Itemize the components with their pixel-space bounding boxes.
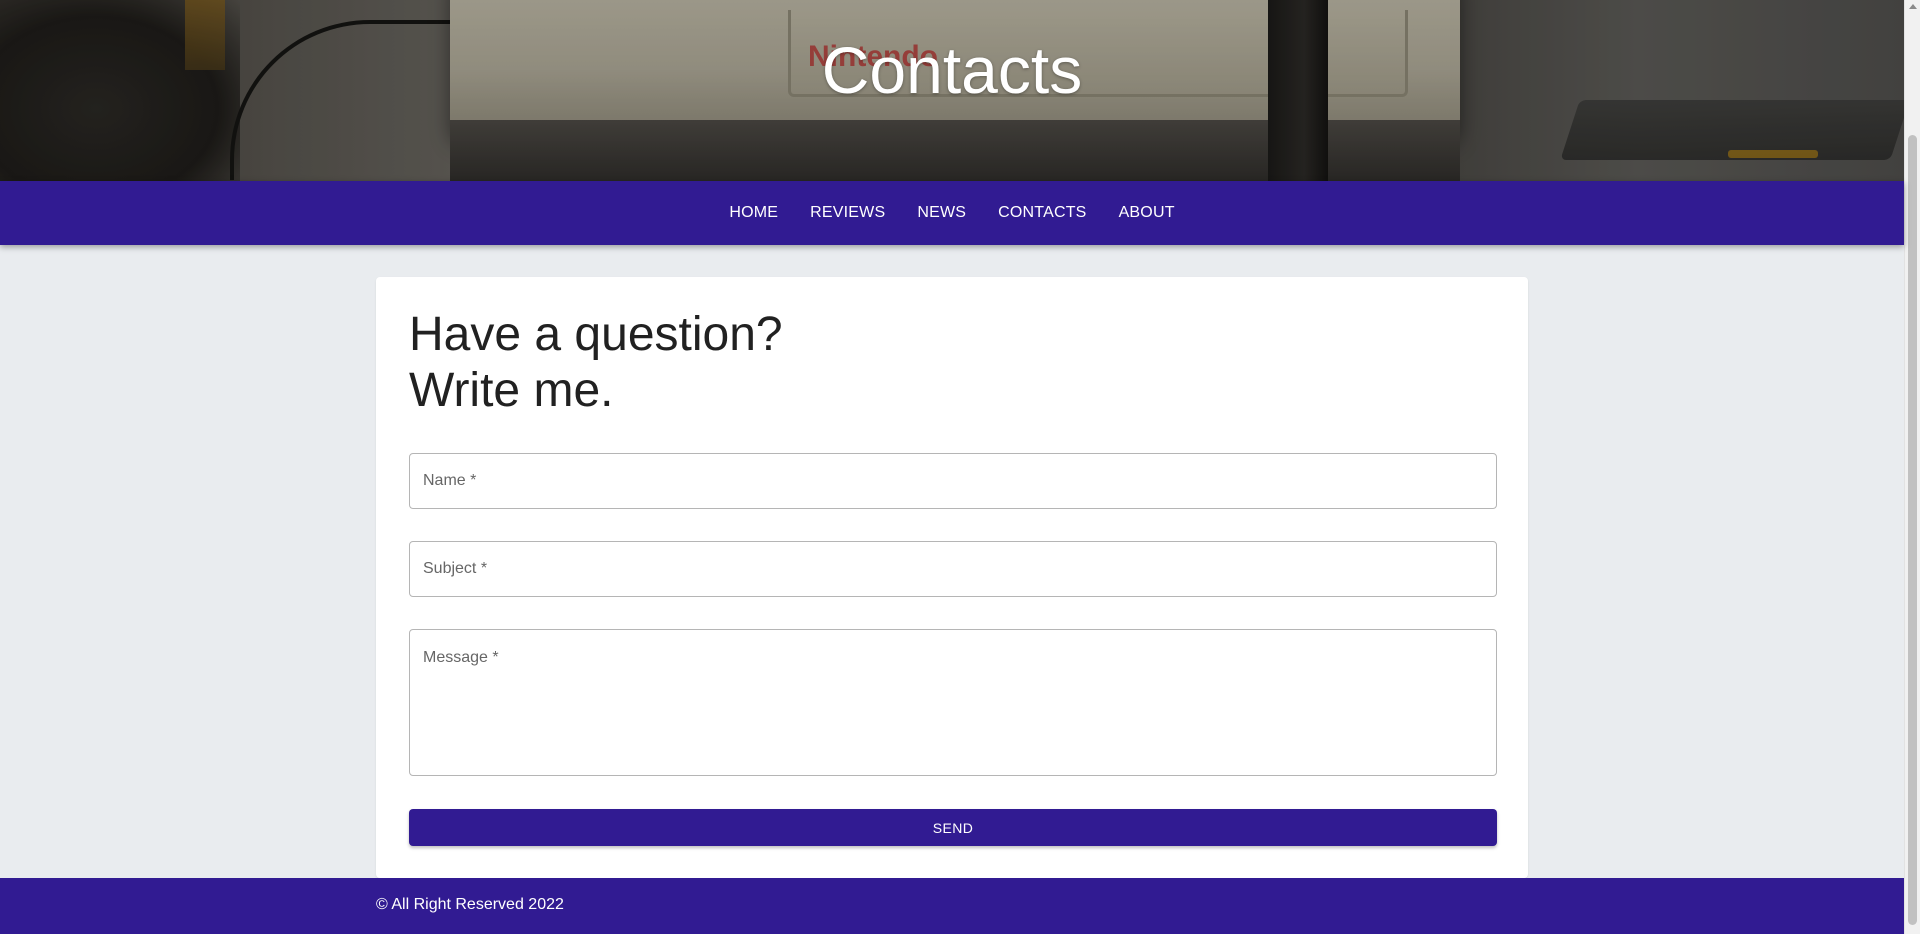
footer: © All Right Reserved 2022 — [0, 878, 1904, 934]
name-field-container — [409, 453, 1497, 509]
main-navbar: HOME REVIEWS NEWS CONTACTS ABOUT — [0, 181, 1904, 245]
page: Nintendo Contacts HOME REVIEWS NEWS CONT… — [0, 0, 1904, 934]
nav-item-about[interactable]: ABOUT — [1103, 181, 1191, 245]
footer-copyright: © All Right Reserved 2022 — [376, 896, 564, 913]
send-button[interactable]: SEND — [409, 809, 1497, 846]
nav-item-contacts[interactable]: CONTACTS — [982, 181, 1102, 245]
name-input[interactable] — [410, 454, 1496, 508]
scrollbar-thumb[interactable] — [1908, 135, 1917, 925]
subject-input[interactable] — [410, 542, 1496, 596]
nav-links: HOME REVIEWS NEWS CONTACTS ABOUT — [713, 181, 1190, 245]
contact-form-card: Have a question? Write me. SEND — [376, 277, 1528, 878]
hero-banner: Nintendo Contacts — [0, 0, 1904, 181]
subject-field-container — [409, 541, 1497, 597]
page-scrollbar[interactable] — [1904, 0, 1920, 934]
contact-form-heading: Have a question? Write me. — [409, 307, 783, 419]
message-textarea[interactable] — [410, 630, 1496, 775]
contact-form-heading-line2: Write me. — [409, 364, 614, 417]
scroll-up-arrow-icon[interactable] — [1909, 4, 1917, 9]
page-title: Contacts — [821, 33, 1083, 107]
message-field-container — [409, 629, 1497, 776]
nav-item-home[interactable]: HOME — [713, 181, 794, 245]
nav-item-reviews[interactable]: REVIEWS — [794, 181, 901, 245]
nav-item-news[interactable]: NEWS — [901, 181, 982, 245]
contact-form-heading-line1: Have a question? — [409, 308, 783, 361]
